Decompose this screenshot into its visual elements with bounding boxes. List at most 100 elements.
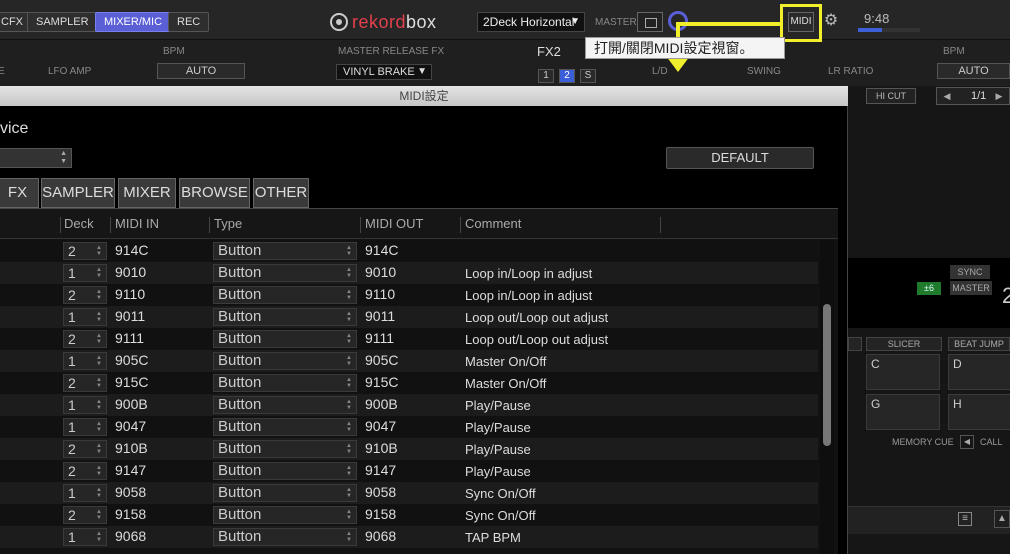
deck-select[interactable]: 2 ▲ ▼ — [63, 330, 107, 348]
deck-select[interactable]: 1 ▲ ▼ — [63, 396, 107, 414]
table-row[interactable]: 1 ▲ ▼ 9010 Button ▲ ▼ 9010 Loop in/Loop in adjus… — [0, 262, 818, 284]
dialog-title[interactable]: MIDI設定 — [0, 86, 848, 106]
deck-select[interactable]: 1 ▲ ▼ — [63, 528, 107, 546]
fx-slot-2[interactable]: 2 — [559, 69, 575, 83]
comment-cell[interactable]: Sync On/Off — [465, 486, 536, 501]
midi-in-cell[interactable]: 914C — [115, 242, 148, 258]
fx-slot-s[interactable]: S — [580, 69, 596, 83]
comment-cell[interactable]: Sync On/Off — [465, 508, 536, 523]
midi-in-cell[interactable]: 900B — [115, 396, 148, 412]
list-icon[interactable]: ≡ — [958, 512, 972, 526]
type-select[interactable]: Button ▲ ▼ — [213, 440, 357, 458]
midi-in-cell[interactable]: 910B — [115, 440, 148, 456]
tab-sampler[interactable]: SAMPLER — [41, 178, 115, 208]
type-select[interactable]: Button ▲ ▼ — [213, 330, 357, 348]
type-select[interactable]: Button ▲ ▼ — [213, 242, 357, 260]
column-type[interactable]: Type — [214, 216, 242, 231]
pad-d[interactable]: D — [948, 354, 1010, 390]
tab-mixer-mic[interactable]: MIXER/MIC — [95, 12, 172, 32]
table-row[interactable]: 2 ▲ ▼ 915C Button ▲ ▼ 915C Master On/Off — [0, 372, 818, 394]
midi-out-cell[interactable]: 9058 — [365, 484, 396, 500]
tab-rec[interactable]: REC — [168, 12, 210, 32]
comment-cell[interactable]: Loop out/Loop out adjust — [465, 310, 608, 325]
column-midi-in[interactable]: MIDI IN — [115, 216, 159, 231]
default-button[interactable]: DEFAULT — [666, 147, 814, 169]
midi-in-cell[interactable]: 915C — [115, 374, 148, 390]
comment-cell[interactable]: Master On/Off — [465, 376, 546, 391]
table-row[interactable]: 2 ▲ ▼ 9147 Button ▲ ▼ 9147 Play/Pause — [0, 460, 818, 482]
deck-master-button[interactable]: MASTER — [950, 281, 992, 295]
deck-select[interactable]: 1 ▲ ▼ — [63, 264, 107, 282]
column-comment[interactable]: Comment — [465, 216, 521, 231]
deck-select[interactable]: 1 ▲ ▼ — [63, 352, 107, 370]
deck-select[interactable]: 1 ▲ ▼ — [63, 484, 107, 502]
midi-out-cell[interactable]: 915C — [365, 374, 398, 390]
table-row[interactable]: 1 ▲ ▼ 905C Button ▲ ▼ 905C Master On/Off — [0, 350, 818, 372]
type-select[interactable]: Button ▲ ▼ — [213, 506, 357, 524]
midi-in-cell[interactable]: 905C — [115, 352, 148, 368]
comment-cell[interactable]: Master On/Off — [465, 354, 546, 369]
deck-select[interactable]: 2 ▲ ▼ — [63, 440, 107, 458]
type-select[interactable]: Button ▲ ▼ — [213, 484, 357, 502]
type-select[interactable]: Button ▲ ▼ — [213, 374, 357, 392]
table-row[interactable]: 1 ▲ ▼ 9058 Button ▲ ▼ 9058 Sync On/Off — [0, 482, 818, 504]
pitch-range-badge[interactable]: ±6 — [917, 282, 941, 295]
page-selector[interactable]: ◀ 1/1 ▶ — [936, 87, 1010, 105]
midi-in-cell[interactable]: 9058 — [115, 484, 146, 500]
comment-cell[interactable]: Play/Pause — [465, 420, 531, 435]
mode-tab-beat-jump[interactable]: BEAT JUMP — [948, 337, 1010, 351]
table-row[interactable]: 1 ▲ ▼ 9047 Button ▲ ▼ 9047 Play/Pause — [0, 416, 818, 438]
midi-out-cell[interactable]: 9111 — [365, 330, 394, 346]
table-row[interactable]: 1 ▲ ▼ 9068 Button ▲ ▼ 9068 TAP BPM — [0, 526, 818, 548]
midi-out-cell[interactable]: 9010 — [365, 264, 396, 280]
midi-out-cell[interactable]: 9110 — [365, 286, 395, 302]
type-select[interactable]: Button ▲ ▼ — [213, 264, 357, 282]
midi-out-cell[interactable]: 9047 — [365, 418, 396, 434]
pad-c[interactable]: C — [866, 354, 940, 390]
type-select[interactable]: Button ▲ ▼ — [213, 352, 357, 370]
comment-cell[interactable]: Play/Pause — [465, 442, 531, 457]
vinyl-brake-select[interactable]: VINYL BRAKE ▼ — [336, 64, 432, 80]
sync-button[interactable]: SYNC — [950, 265, 990, 279]
pad-h[interactable]: H — [948, 394, 1010, 430]
midi-out-cell[interactable]: 9158 — [365, 506, 396, 522]
midi-in-cell[interactable]: 9158 — [115, 506, 146, 522]
tab-browse[interactable]: BROWSE — [179, 178, 250, 208]
mode-tab-slicer[interactable]: SLICER — [866, 337, 942, 351]
tab-sampler[interactable]: SAMPLER — [27, 12, 98, 32]
prev-page-icon[interactable]: ◀ — [940, 88, 954, 104]
table-row[interactable]: 2 ▲ ▼ 910B Button ▲ ▼ 910B Play/Pause — [0, 438, 818, 460]
bpm-auto-left-button[interactable]: AUTO — [157, 63, 245, 79]
table-row[interactable]: 2 ▲ ▼ 914C Button ▲ ▼ 914C — [0, 240, 818, 262]
comment-cell[interactable]: Play/Pause — [465, 398, 531, 413]
table-row[interactable]: 2 ▲ ▼ 9111 Button ▲ ▼ 9111 Loop out/Loop out adj… — [0, 328, 818, 350]
layout-select[interactable]: 2Deck Horizontal ▼ — [477, 12, 585, 32]
pad-g[interactable]: G — [866, 394, 940, 430]
memory-cue-prev-icon[interactable]: ◀ — [960, 435, 974, 449]
midi-in-cell[interactable]: 9010 — [115, 264, 146, 280]
comment-cell[interactable]: Loop in/Loop in adjust — [465, 288, 592, 303]
type-select[interactable]: Button ▲ ▼ — [213, 396, 357, 414]
next-page-icon[interactable]: ▶ — [992, 88, 1006, 104]
midi-out-cell[interactable]: 910B — [365, 440, 398, 456]
fx-slot-1[interactable]: 1 — [538, 69, 554, 83]
vertical-scrollbar-thumb[interactable] — [823, 304, 831, 446]
midi-in-cell[interactable]: 9068 — [115, 528, 146, 544]
table-row[interactable]: 2 ▲ ▼ 9158 Button ▲ ▼ 9158 Sync On/Off — [0, 504, 818, 526]
master-volume-icon[interactable] — [637, 12, 663, 32]
comment-cell[interactable]: Play/Pause — [465, 464, 531, 479]
comment-cell[interactable]: TAP BPM — [465, 530, 521, 545]
type-select[interactable]: Button ▲ ▼ — [213, 418, 357, 436]
midi-out-cell[interactable]: 914C — [365, 242, 398, 258]
deck-select[interactable]: 2 ▲ ▼ — [63, 374, 107, 392]
table-row[interactable]: 1 ▲ ▼ 900B Button ▲ ▼ 900B Play/Pause — [0, 394, 818, 416]
midi-in-cell[interactable]: 9147 — [115, 462, 146, 478]
midi-out-cell[interactable]: 900B — [365, 396, 398, 412]
deck-select[interactable]: 2 ▲ ▼ — [63, 242, 107, 260]
column-midi-out[interactable]: MIDI OUT — [365, 216, 424, 231]
midi-out-cell[interactable]: 9011 — [365, 308, 395, 324]
midi-out-cell[interactable]: 9147 — [365, 462, 396, 478]
gear-icon[interactable]: ⚙ — [822, 12, 840, 30]
comment-cell[interactable]: Loop in/Loop in adjust — [465, 266, 592, 281]
type-select[interactable]: Button ▲ ▼ — [213, 308, 357, 326]
